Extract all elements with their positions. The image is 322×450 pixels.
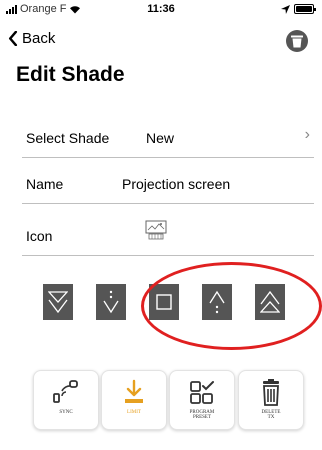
delete-tx-icon	[263, 379, 279, 406]
chevron-left-icon	[8, 31, 18, 46]
icon-label: Icon	[26, 228, 53, 244]
shade-controls	[0, 284, 322, 324]
limit-label: LIMIT	[127, 410, 141, 415]
sync-label: SYNC	[59, 410, 73, 415]
step-up-arrow-icon	[209, 290, 225, 314]
page-title: Edit Shade	[16, 63, 125, 86]
step-up-button[interactable]	[202, 284, 232, 320]
double-down-arrow-icon	[48, 291, 68, 314]
trash-button[interactable]	[286, 30, 308, 52]
open-full-button[interactable]	[255, 284, 285, 320]
sync-icon	[53, 380, 78, 403]
stop-square-icon	[156, 294, 172, 310]
location-icon	[281, 4, 290, 14]
program-preset-button[interactable]: PROGRAM PRESET	[169, 370, 235, 430]
icon-row[interactable]: Icon	[22, 210, 314, 256]
projection-screen-icon[interactable]	[145, 220, 167, 240]
back-button[interactable]: Back	[8, 30, 55, 47]
program-preset-icon	[190, 381, 214, 404]
name-row[interactable]: Name Projection screen	[22, 158, 314, 204]
status-time: 11:36	[147, 3, 175, 15]
sync-button[interactable]: SYNC	[33, 370, 99, 430]
close-full-button[interactable]	[43, 284, 73, 320]
double-up-arrow-icon	[260, 290, 280, 313]
battery-icon	[294, 4, 316, 14]
function-buttons: SYNC LIMIT PROGRAM PRESET DELETE TX	[0, 370, 322, 432]
limit-download-icon	[125, 379, 143, 403]
stop-button[interactable]	[149, 284, 179, 320]
back-label: Back	[22, 30, 56, 47]
name-value: Projection screen	[122, 176, 231, 192]
name-label: Name	[26, 176, 64, 192]
chevron-right-icon: ›	[304, 126, 310, 143]
limit-button[interactable]: LIMIT	[101, 370, 167, 430]
trash-icon	[291, 35, 303, 47]
step-down-button[interactable]	[96, 284, 126, 320]
select-shade-row[interactable]: Select Shade New ›	[22, 112, 314, 158]
program-preset-label: PROGRAM PRESET	[189, 410, 215, 420]
step-down-arrow-icon	[103, 290, 119, 314]
delete-tx-button[interactable]: DELETE TX	[238, 370, 304, 430]
select-shade-value: New	[146, 130, 175, 146]
select-shade-label: Select Shade	[26, 130, 110, 146]
delete-tx-label: DELETE TX	[261, 410, 281, 420]
status-bar: Orange F 11:36	[0, 0, 322, 20]
